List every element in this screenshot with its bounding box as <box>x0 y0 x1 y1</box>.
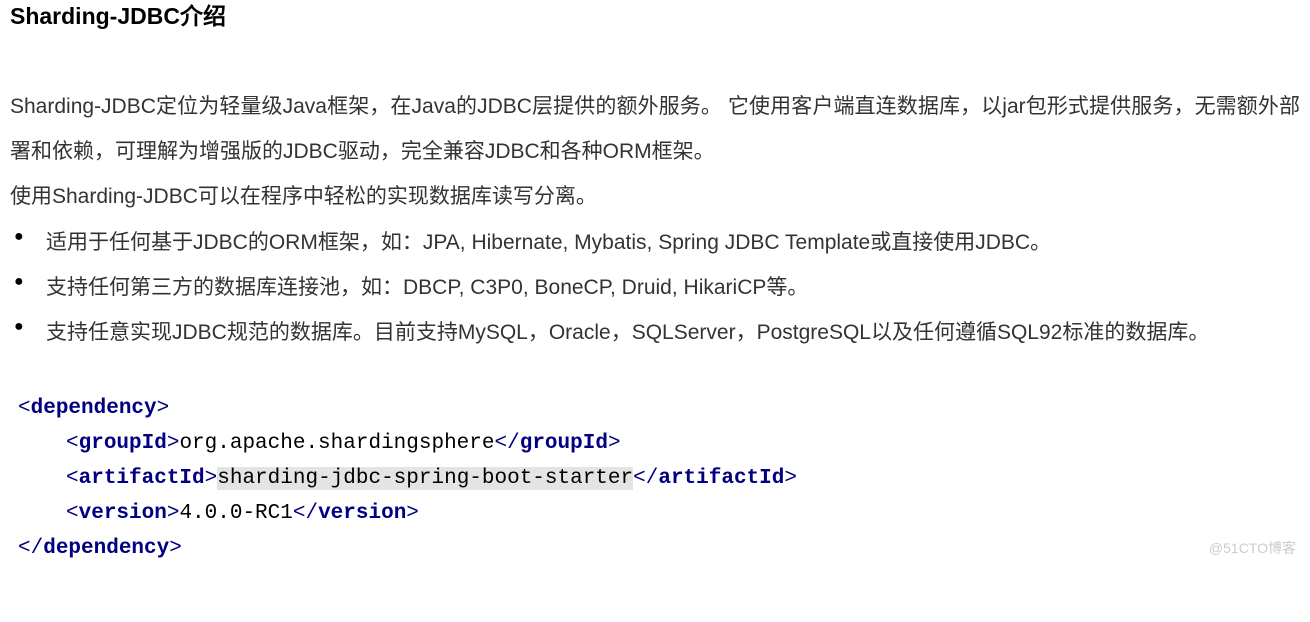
xml-code-block: <dependency> <groupId>org.apache.shardin… <box>18 391 1300 566</box>
list-item: 支持任何第三方的数据库连接池，如：DBCP, C3P0, BoneCP, Dru… <box>10 265 1300 310</box>
intro-paragraph-1: Sharding-JDBC定位为轻量级Java框架，在Java的JDBC层提供的… <box>10 84 1300 174</box>
code-line: <version>4.0.0-RC1</version> <box>18 496 1300 531</box>
list-item: 适用于任何基于JDBC的ORM框架，如：JPA, Hibernate, Myba… <box>10 220 1300 265</box>
code-line: <dependency> <box>18 391 1300 426</box>
list-item: 支持任意实现JDBC规范的数据库。目前支持MySQL，Oracle，SQLSer… <box>10 310 1300 355</box>
page-title: Sharding-JDBC介绍 <box>10 0 1300 32</box>
code-line: </dependency> <box>18 531 1300 566</box>
intro-paragraph-2: 使用Sharding-JDBC可以在程序中轻松的实现数据库读写分离。 <box>10 174 1300 219</box>
code-line: <artifactId>sharding-jdbc-spring-boot-st… <box>18 461 1300 496</box>
watermark: @51CTO博客 <box>1209 538 1296 558</box>
feature-list: 适用于任何基于JDBC的ORM框架，如：JPA, Hibernate, Myba… <box>10 220 1300 355</box>
code-line: <groupId>org.apache.shardingsphere</grou… <box>18 426 1300 461</box>
